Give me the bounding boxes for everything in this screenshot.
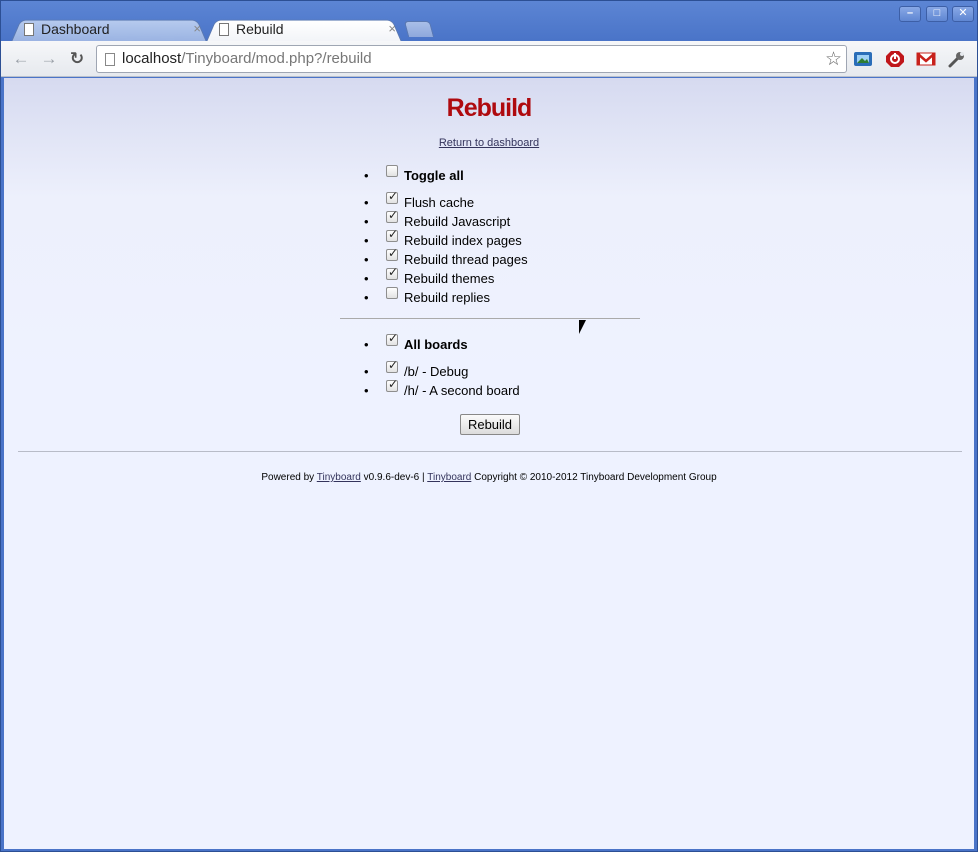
toggle-all-checkbox[interactable] (386, 165, 398, 177)
checkmark-icon: ✓ (388, 227, 399, 241)
option-label: Rebuild Javascript (404, 214, 511, 229)
page-viewport: Rebuild Return to dashboard • Toggle all… (4, 78, 974, 849)
checkmark-icon: ✓ (388, 208, 399, 222)
rebuild-index-pages-checkbox[interactable]: ✓ (386, 227, 399, 242)
option-label: Rebuild thread pages (404, 252, 528, 267)
back-arrow-icon[interactable]: ← (11, 49, 31, 69)
footer-tinyboard-link[interactable]: Tinyboard (317, 472, 361, 483)
checkmark-icon: ✓ (388, 265, 399, 279)
new-tab-button[interactable] (403, 21, 435, 37)
tab-close-icon[interactable]: × (388, 17, 396, 41)
bullet: • (364, 271, 369, 286)
option-label: Rebuild themes (404, 271, 495, 286)
flush-cache-checkbox[interactable]: ✓ (386, 189, 399, 204)
tab-title: Rebuild (236, 21, 284, 37)
footer-tinyboard-link-2[interactable]: Tinyboard (427, 472, 471, 483)
footer-powered-by: Powered by (261, 472, 315, 483)
footer-divider (18, 451, 962, 452)
board-h-checkbox[interactable]: ✓ (386, 377, 399, 392)
all-boards-checkbox[interactable]: ✓ (386, 331, 399, 346)
checkmark-icon: ✓ (388, 331, 399, 345)
rebuild-thread-pages-checkbox[interactable]: ✓ (386, 246, 399, 261)
page-icon (105, 53, 115, 66)
rebuild-replies-checkbox[interactable] (386, 287, 398, 299)
return-to-dashboard-link[interactable]: Return to dashboard (4, 137, 974, 149)
url-text[interactable]: localhost/Tinyboard/mod.php?/rebuild (122, 50, 372, 67)
bullet: • (364, 290, 369, 305)
tab-strip: Dashboard × Rebuild × – □ ✕ (1, 1, 977, 42)
forward-arrow-icon[interactable]: → (39, 49, 59, 69)
bullet: • (364, 168, 369, 183)
option-label: /b/ - Debug (404, 364, 469, 379)
maximize-button[interactable]: □ (926, 6, 948, 22)
option-label: Toggle all (404, 168, 464, 183)
divider (340, 318, 640, 319)
checkmark-icon: ✓ (388, 358, 399, 372)
close-window-button[interactable]: ✕ (952, 6, 974, 22)
browser-toolbar: ← → ↻ localhost/Tinyboard/mod.php?/rebui… (1, 41, 977, 77)
wrench-menu-icon[interactable] (947, 50, 967, 68)
bullet: • (364, 195, 369, 210)
rebuild-themes-checkbox[interactable]: ✓ (386, 265, 399, 280)
option-label: Flush cache (404, 195, 475, 210)
browser-window: Dashboard × Rebuild × – □ ✕ ← → ↻ localh… (0, 0, 978, 852)
rebuild-submit-button[interactable]: Rebuild (460, 414, 520, 435)
checkmark-icon: ✓ (388, 189, 399, 203)
option-label: Rebuild replies (404, 290, 490, 305)
stop-extension-icon[interactable] (885, 50, 905, 68)
url-path: /Tinyboard/mod.php?/rebuild (181, 50, 372, 67)
tab-close-icon[interactable]: × (193, 17, 201, 41)
option-label: All boards (404, 337, 468, 352)
tab-dashboard[interactable]: Dashboard × (11, 17, 207, 42)
reload-icon[interactable]: ↻ (67, 49, 87, 69)
bullet: • (364, 214, 369, 229)
minimize-button[interactable]: – (899, 6, 921, 22)
tab-rebuild[interactable]: Rebuild × (206, 17, 402, 42)
tab-title: Dashboard (41, 21, 110, 37)
gmail-extension-icon[interactable] (916, 50, 936, 68)
address-bar[interactable]: localhost/Tinyboard/mod.php?/rebuild ☆ (96, 45, 847, 73)
bullet: • (364, 252, 369, 267)
option-label: /h/ - A second board (404, 383, 520, 398)
footer-copyright: Copyright © 2010-2012 Tinyboard Developm… (474, 472, 717, 483)
option-label: Rebuild index pages (404, 233, 522, 248)
photo-extension-icon[interactable] (853, 50, 873, 68)
bullet: • (364, 233, 369, 248)
bullet: • (364, 337, 369, 352)
bullet: • (364, 383, 369, 398)
mouse-cursor-icon (579, 320, 586, 334)
page-icon (24, 23, 34, 36)
footer-version: v0.9.6-dev-6 | (363, 472, 425, 483)
checkmark-icon: ✓ (388, 246, 399, 260)
bookmark-star-icon[interactable]: ☆ (825, 48, 842, 71)
checkmark-icon: ✓ (388, 377, 399, 391)
bullet: • (364, 364, 369, 379)
url-host: localhost (122, 50, 182, 67)
page-icon (219, 23, 229, 36)
footer: Powered by Tinyboard v0.9.6-dev-6 | Tiny… (4, 472, 974, 483)
rebuild-javascript-checkbox[interactable]: ✓ (386, 208, 399, 223)
board-b-checkbox[interactable]: ✓ (386, 358, 399, 373)
page-title: Rebuild (446, 94, 533, 122)
